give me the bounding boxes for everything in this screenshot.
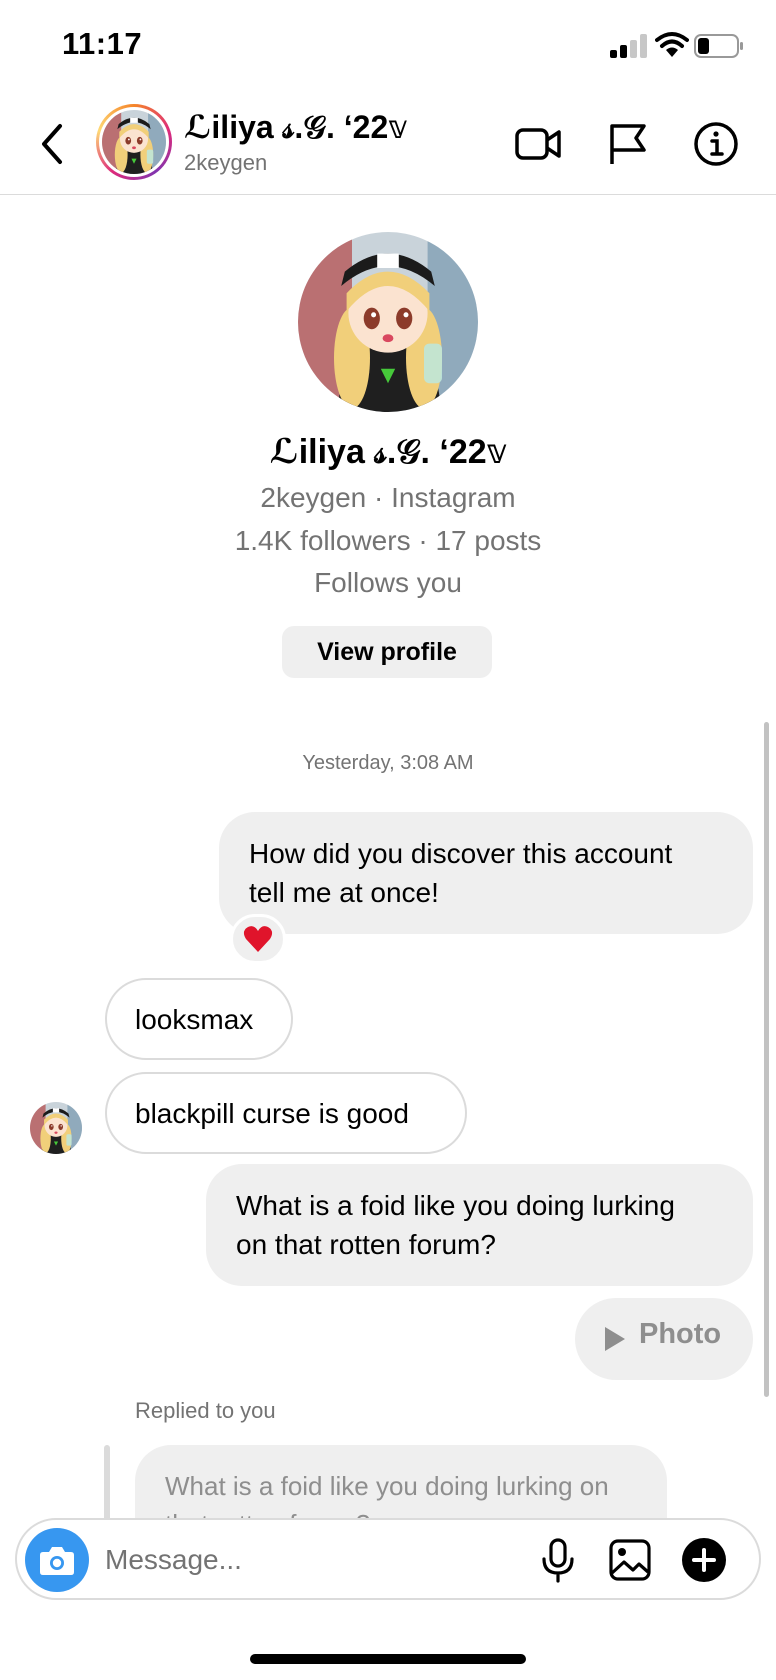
view-profile-button[interactable]: View profile — [282, 626, 492, 678]
profile-subtitle: 2keygen · Instagram — [260, 482, 516, 513]
reply-indicator-bar — [104, 1445, 110, 1525]
profile-display-name: ℒiliya 𝓈.𝒢. ‘22𝕧 — [269, 433, 507, 471]
flag-icon[interactable] — [604, 120, 652, 168]
status-bar: 11:17 — [0, 0, 776, 92]
status-time: 11:17 — [62, 26, 143, 61]
play-icon — [605, 1327, 625, 1351]
incoming-message[interactable]: looksmax — [105, 978, 293, 1060]
message-line: How did you discover this account — [249, 838, 673, 869]
outgoing-message[interactable]: How did you discover this account tell m… — [219, 812, 753, 934]
home-indicator[interactable] — [250, 1654, 526, 1664]
camera-icon — [40, 1547, 74, 1575]
photo-message[interactable]: Photo — [575, 1298, 753, 1380]
message-timestamp: Yesterday, 3:08 AM — [302, 752, 474, 774]
replied-to-you-label: Replied to you — [135, 1398, 276, 1423]
message-input[interactable] — [105, 1534, 405, 1586]
scrollbar[interactable] — [764, 722, 769, 1397]
profile-stats: 1.4K followers · 17 posts — [234, 525, 542, 556]
message-line: on that rotten forum? — [236, 1229, 496, 1260]
video-call-icon[interactable] — [514, 120, 562, 168]
heart-reaction-icon[interactable] — [230, 914, 286, 964]
camera-button[interactable] — [25, 1528, 89, 1592]
message-line: tell me at once! — [249, 877, 439, 908]
message-line: What is a foid like you doing lurking — [236, 1190, 675, 1221]
avatar-image — [102, 110, 166, 174]
header-avatar[interactable] — [96, 104, 172, 180]
battery-icon — [694, 34, 743, 58]
header-display-name[interactable]: ℒiliya 𝓈.𝒢. ‘22𝕧 — [184, 108, 407, 147]
header-username: 2keygen — [184, 150, 268, 175]
message-composer — [15, 1518, 761, 1600]
cellular-signal-icon — [610, 34, 648, 58]
sender-avatar[interactable] — [30, 1102, 82, 1154]
dm-conversation-screen: 11:17 ℒiliya 𝓈.𝒢. ‘22𝕧 2keygen ℒiliya 𝓈.… — [0, 0, 776, 1680]
follows-you-label: Follows you — [314, 567, 462, 598]
quoted-line: What is a foid like you doing lurking on — [165, 1471, 609, 1501]
wifi-icon — [655, 32, 689, 57]
back-arrow-icon[interactable] — [34, 120, 70, 168]
chat-header: ℒiliya 𝓈.𝒢. ‘22𝕧 2keygen — [0, 92, 776, 195]
photo-label: Photo — [639, 1318, 722, 1350]
plus-icon[interactable] — [681, 1537, 727, 1583]
incoming-message[interactable]: blackpill curse is good — [105, 1072, 467, 1154]
gallery-icon[interactable] — [607, 1537, 653, 1583]
outgoing-message[interactable]: What is a foid like you doing lurking on… — [206, 1164, 753, 1286]
info-icon[interactable] — [692, 120, 740, 168]
profile-picture[interactable] — [298, 232, 478, 412]
microphone-icon[interactable] — [535, 1537, 581, 1583]
